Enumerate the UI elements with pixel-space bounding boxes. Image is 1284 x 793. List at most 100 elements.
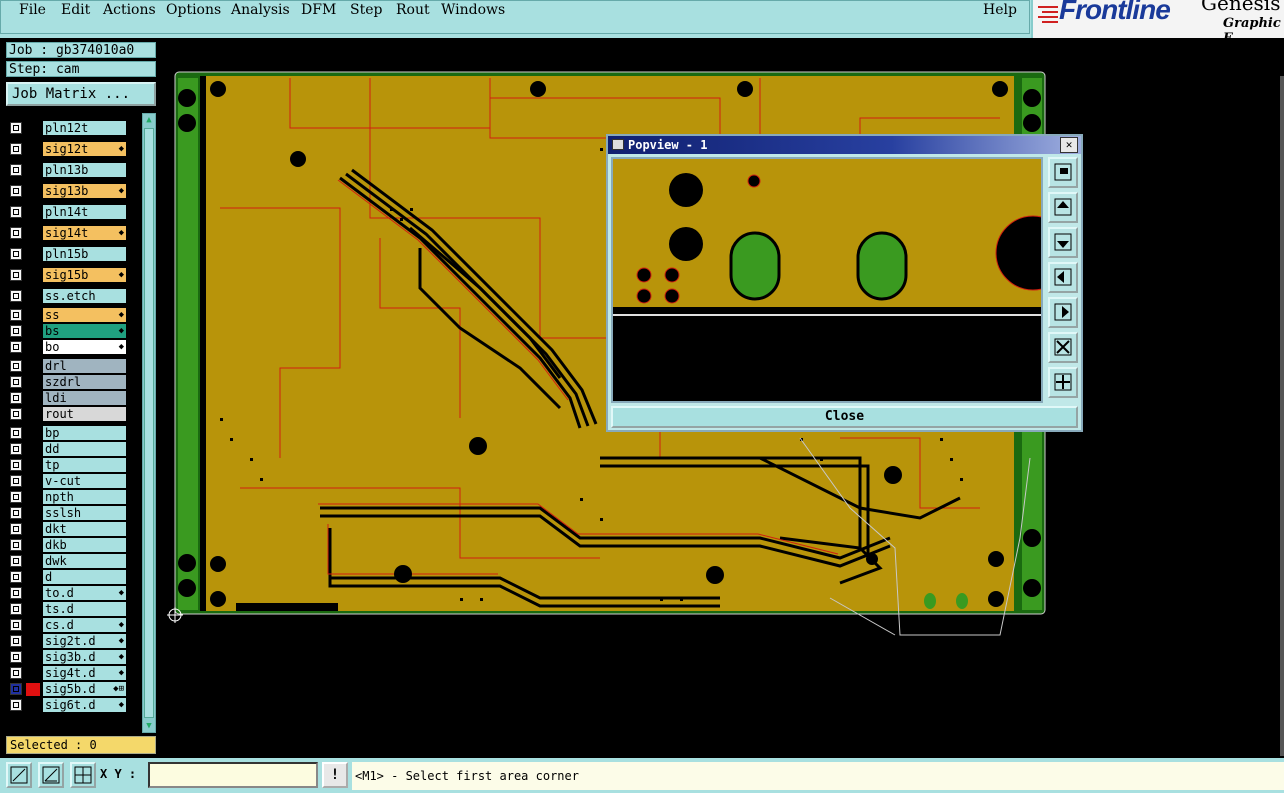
layer-checkbox[interactable] (10, 555, 22, 567)
layer-name[interactable]: sig3b.d ◆ (43, 650, 126, 664)
layer-row-dkb[interactable]: dkb (8, 538, 128, 553)
menu-step[interactable]: Step (350, 2, 382, 18)
layer-checkbox[interactable] (10, 571, 22, 583)
layer-row-ss[interactable]: ss ◆ (8, 308, 128, 323)
layer-name[interactable]: bp (43, 426, 126, 440)
layer-checkbox[interactable] (10, 341, 22, 353)
layer-name[interactable]: sig12t ◆ (43, 142, 126, 156)
layer-row-sslsh[interactable]: sslsh (8, 506, 128, 521)
layer-list[interactable]: pln12t sig12t ◆ pln13b sig13b ◆ pln14t sig14t ◆ p… (6, 113, 130, 733)
layer-name[interactable]: d (43, 570, 126, 584)
layer-name[interactable]: dd (43, 442, 126, 456)
layer-row-v-cut[interactable]: v-cut (8, 474, 128, 489)
snap-tool-button[interactable] (38, 762, 64, 788)
measure-tool-button[interactable] (6, 762, 32, 788)
layer-name[interactable]: pln14t (43, 205, 126, 219)
menu-dfm[interactable]: DFM (301, 2, 336, 18)
layer-checkbox[interactable] (10, 491, 22, 503)
scroll-down-icon[interactable]: ▼ (143, 720, 155, 732)
layer-name[interactable]: dkt (43, 522, 126, 536)
layer-row-sig6t.d[interactable]: sig6t.d ◆ (8, 698, 128, 713)
layer-row-pln12t[interactable]: pln12t (8, 121, 128, 136)
layer-checkbox[interactable] (10, 143, 22, 155)
grid-tool-button[interactable] (70, 762, 96, 788)
layer-name[interactable]: bo ◆ (43, 340, 126, 354)
layer-checkbox[interactable] (10, 619, 22, 631)
menu-file[interactable]: File (19, 2, 46, 18)
layer-name[interactable]: sig15b ◆ (43, 268, 126, 282)
layer-checkbox[interactable] (10, 507, 22, 519)
layer-name[interactable]: sig5b.d ◆⊞ (43, 682, 126, 696)
layer-name[interactable]: bs ◆ (43, 324, 126, 338)
layer-row-tp[interactable]: tp (8, 458, 128, 473)
layer-checkbox[interactable] (10, 325, 22, 337)
pan-down-icon[interactable] (1048, 227, 1078, 258)
layer-checkbox[interactable] (10, 185, 22, 197)
layer-checkbox[interactable] (10, 376, 22, 388)
layer-name[interactable]: npth (43, 490, 126, 504)
layer-row-bp[interactable]: bp (8, 426, 128, 441)
layer-row-sig5b.d[interactable]: sig5b.d ◆⊞ (8, 682, 128, 697)
layer-checkbox[interactable] (10, 427, 22, 439)
layer-row-bs[interactable]: bs ◆ (8, 324, 128, 339)
layer-checkbox[interactable] (10, 164, 22, 176)
layer-checkbox[interactable] (10, 392, 22, 404)
alert-button[interactable]: ! (322, 762, 348, 788)
layer-name[interactable]: ss ◆ (43, 308, 126, 322)
layer-name[interactable]: ldi (43, 391, 126, 405)
layer-row-to.d[interactable]: to.d ◆ (8, 586, 128, 601)
layer-name[interactable]: pln13b (43, 163, 126, 177)
menu-windows[interactable]: Windows (441, 2, 505, 18)
scroll-up-icon[interactable]: ▲ (143, 114, 155, 126)
layer-checkbox[interactable] (10, 475, 22, 487)
layer-row-ss.etch[interactable]: ss.etch (8, 289, 128, 304)
popview-viewport[interactable] (611, 157, 1043, 403)
layer-row-sig13b[interactable]: sig13b ◆ (8, 184, 128, 199)
layer-checkbox[interactable] (10, 290, 22, 302)
scroll-thumb[interactable] (144, 128, 154, 718)
close-icon[interactable]: ✕ (1060, 137, 1078, 153)
layer-row-d[interactable]: d (8, 570, 128, 585)
layer-checkbox[interactable] (10, 443, 22, 455)
pan-left-icon[interactable] (1048, 262, 1078, 293)
layer-checkbox[interactable] (10, 206, 22, 218)
layer-name[interactable]: sig2t.d ◆ (43, 634, 126, 648)
layer-name[interactable]: szdrl (43, 375, 126, 389)
layer-name[interactable]: cs.d ◆ (43, 618, 126, 632)
layer-checkbox[interactable] (10, 459, 22, 471)
layer-checkbox[interactable] (10, 269, 22, 281)
pan-up-icon[interactable] (1048, 192, 1078, 223)
layer-name[interactable]: v-cut (43, 474, 126, 488)
layer-checkbox[interactable] (10, 360, 22, 372)
layer-row-npth[interactable]: npth (8, 490, 128, 505)
layer-checkbox[interactable] (10, 651, 22, 663)
layer-name[interactable]: ss.etch (43, 289, 126, 303)
layer-row-szdrl[interactable]: szdrl (8, 375, 128, 390)
layer-name[interactable]: sig6t.d ◆ (43, 698, 126, 712)
layer-list-scrollbar[interactable]: ▲ ▼ (142, 113, 156, 733)
layer-name[interactable]: rout (43, 407, 126, 421)
zoom-in-icon[interactable] (1048, 367, 1078, 398)
layer-checkbox[interactable] (10, 603, 22, 615)
popview-close-button[interactable]: Close (611, 406, 1078, 428)
layer-row-rout[interactable]: rout (8, 407, 128, 422)
layer-name[interactable]: sig4t.d ◆ (43, 666, 126, 680)
zoom-out-icon[interactable] (1048, 332, 1078, 363)
layer-row-dkt[interactable]: dkt (8, 522, 128, 537)
job-matrix-button[interactable]: Job Matrix ... (6, 82, 156, 106)
layer-row-dd[interactable]: dd (8, 442, 128, 457)
layer-checkbox[interactable] (10, 539, 22, 551)
layer-row-drl[interactable]: drl (8, 359, 128, 374)
pan-right-icon[interactable] (1048, 297, 1078, 328)
layer-row-sig2t.d[interactable]: sig2t.d ◆ (8, 634, 128, 649)
layer-name[interactable]: sslsh (43, 506, 126, 520)
layer-checkbox[interactable] (10, 408, 22, 420)
layer-checkbox[interactable] (10, 227, 22, 239)
xy-coordinate-input[interactable] (148, 762, 318, 788)
layer-name[interactable]: ts.d (43, 602, 126, 616)
layer-checkbox[interactable] (10, 667, 22, 679)
popview-window[interactable]: Popview - 1 ✕ Close (606, 134, 1083, 432)
layer-checkbox[interactable] (10, 699, 22, 711)
layer-row-pln15b[interactable]: pln15b (8, 247, 128, 262)
popview-title-bar[interactable]: Popview - 1 ✕ (608, 136, 1081, 154)
